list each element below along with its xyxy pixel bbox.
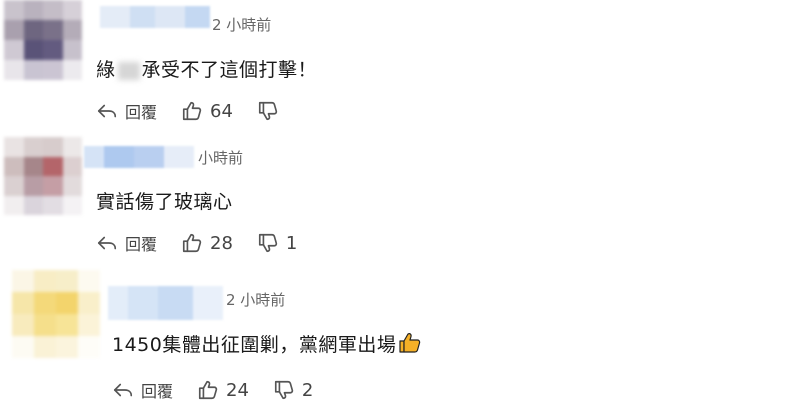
thumbs-up-icon — [182, 233, 202, 253]
like-button[interactable]: 28 — [181, 232, 233, 254]
thumbs-down-icon — [258, 233, 278, 253]
comment-text: 綠承受不了這個打擊！ — [96, 59, 318, 81]
comment-actions: 回覆 24 2 — [112, 378, 337, 402]
reply-icon — [97, 236, 117, 250]
reply-button[interactable]: 回覆 — [96, 99, 157, 123]
avatar[interactable] — [4, 0, 82, 80]
comment-time: 2 小時前 — [226, 291, 286, 309]
like-button[interactable]: 24 — [197, 379, 249, 401]
thumbs-up-icon — [198, 380, 218, 400]
thumbs-down-icon — [258, 101, 278, 121]
comment-actions: 回覆 64 — [96, 99, 310, 123]
dislike-button[interactable]: 1 — [257, 232, 297, 254]
comment-actions: 回覆 28 1 — [96, 231, 321, 255]
reply-button[interactable]: 回覆 — [112, 378, 173, 402]
reply-button[interactable]: 回覆 — [96, 231, 157, 255]
comment-time: 2 小時前 — [212, 16, 272, 34]
redacted-word — [117, 61, 140, 80]
reply-icon — [97, 104, 117, 118]
avatar[interactable] — [12, 270, 100, 358]
comment-text: 1450集體出征圍剿，黨網軍出場 — [112, 330, 422, 359]
dislike-button[interactable]: 2 — [273, 379, 313, 401]
username-blurred[interactable] — [100, 6, 210, 28]
thumbs-down-icon — [274, 380, 294, 400]
username-blurred[interactable] — [108, 286, 223, 320]
thumbs-up-emoji-icon — [398, 330, 422, 359]
like-button[interactable]: 64 — [181, 100, 233, 122]
comment-time: 小時前 — [198, 149, 244, 167]
username-blurred[interactable] — [84, 146, 194, 168]
thumbs-up-icon — [182, 101, 202, 121]
comment-text: 實話傷了玻璃心 — [96, 191, 233, 213]
dislike-button[interactable] — [257, 100, 286, 122]
reply-icon — [113, 383, 133, 397]
avatar[interactable] — [4, 137, 82, 215]
